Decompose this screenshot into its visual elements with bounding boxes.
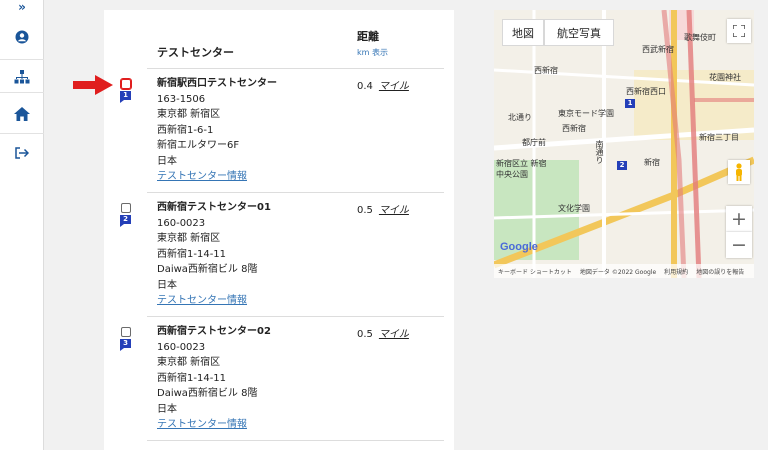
distance-title: 距離 bbox=[357, 30, 379, 43]
city: 東京都 新宿区 bbox=[157, 233, 221, 244]
pegman-icon bbox=[736, 163, 742, 181]
map-label-kabukicho: 歌舞伎町 bbox=[684, 33, 716, 42]
row-divider bbox=[147, 440, 444, 441]
map-pin-2[interactable]: 2 bbox=[617, 161, 627, 170]
map-pin-icon: 3 bbox=[120, 339, 131, 351]
map-type-aerial-button[interactable]: 航空写真 bbox=[544, 19, 614, 46]
terms-link[interactable]: 利用規約 bbox=[664, 267, 688, 276]
fullscreen-button[interactable] bbox=[727, 19, 751, 43]
home-icon bbox=[14, 107, 30, 121]
distance-unit: マイル bbox=[378, 329, 409, 340]
center-info-link[interactable]: テストセンター情報 bbox=[157, 169, 277, 185]
street: 西新宿1-14-11 bbox=[157, 372, 227, 384]
map-label-kitadori: 北通り bbox=[508, 113, 532, 122]
building: Daiwa西新宿ビル 8階 bbox=[157, 388, 258, 399]
map-label-nishi-shinjuku-2: 西新宿 bbox=[562, 124, 586, 133]
result-checkbox[interactable] bbox=[121, 327, 131, 337]
annotation-arrow-icon bbox=[73, 75, 113, 95]
street: 西新宿1-14-11 bbox=[157, 248, 227, 260]
map-data-text: 地図データ ©2022 Google bbox=[579, 268, 657, 276]
building: Daiwa西新宿ビル 8階 bbox=[157, 264, 258, 275]
result-checkbox[interactable] bbox=[120, 78, 132, 90]
center-name: 西新宿テストセンター01 bbox=[157, 202, 271, 213]
distance-value: 0.5 マイル bbox=[357, 201, 409, 216]
map-label-minamidori: 南通り bbox=[595, 140, 604, 164]
map-label-tokyo-mode: 東京モード学園 bbox=[558, 109, 614, 118]
row-divider bbox=[147, 192, 444, 193]
center-name: 新宿駅西口テストセンター bbox=[157, 78, 277, 89]
country: 日本 bbox=[157, 403, 177, 415]
result-address: 西新宿テストセンター02 160-0023 東京都 新宿区 西新宿1-14-11… bbox=[157, 324, 271, 433]
map-label-shinjuku-3: 新宿三丁目 bbox=[699, 133, 739, 142]
center-info-link[interactable]: テストセンター情報 bbox=[157, 417, 271, 433]
map-pin-1[interactable]: 1 bbox=[625, 99, 635, 108]
map-label-nishi-shinjuku: 西新宿 bbox=[534, 66, 558, 75]
keyboard-shortcuts-link[interactable]: キーボード ショートカット bbox=[498, 267, 572, 276]
distance-unit: マイル bbox=[378, 81, 409, 92]
map-type-map-button[interactable]: 地図 bbox=[502, 19, 544, 46]
postal-code: 160-0023 bbox=[157, 341, 206, 353]
distance-number: 0.5 bbox=[357, 205, 373, 216]
rail-divider bbox=[0, 133, 44, 134]
map-label-park: 新宿区立 新宿 中央公園 bbox=[496, 159, 547, 179]
country: 日本 bbox=[157, 155, 177, 167]
header-distance: 距離 km 表示 bbox=[357, 28, 388, 58]
org-chart-icon bbox=[14, 70, 30, 84]
distance-unit-toggle[interactable]: km 表示 bbox=[357, 47, 388, 58]
city: 東京都 新宿区 bbox=[157, 357, 221, 368]
user-icon bbox=[15, 30, 29, 44]
home-button[interactable] bbox=[0, 102, 44, 126]
result-address: 西新宿テストセンター01 160-0023 東京都 新宿区 西新宿1-14-11… bbox=[157, 200, 271, 309]
rail-divider bbox=[0, 92, 44, 93]
map-label-bunka: 文化学園 bbox=[558, 204, 590, 213]
result-row: 3 西新宿テストセンター02 160-0023 東京都 新宿区 西新宿1-14-… bbox=[104, 324, 454, 440]
distance-value: 0.5 マイル bbox=[357, 325, 409, 340]
building: 新宿エルタワー6F bbox=[157, 140, 240, 151]
postal-code: 163-1506 bbox=[157, 93, 206, 105]
city: 東京都 新宿区 bbox=[157, 109, 221, 120]
fullscreen-icon bbox=[733, 25, 745, 37]
distance-value: 0.4 マイル bbox=[357, 77, 409, 92]
user-button[interactable] bbox=[0, 22, 44, 52]
org-button[interactable] bbox=[0, 66, 44, 88]
map-pin-icon: 1 bbox=[120, 91, 131, 103]
expand-button[interactable]: » bbox=[0, 0, 44, 14]
map-label-nishi-shinjuku-station: 西新宿西口 bbox=[626, 87, 666, 96]
street: 西新宿1-6-1 bbox=[157, 124, 214, 136]
logout-icon bbox=[15, 147, 29, 159]
result-address: 新宿駅西口テストセンター 163-1506 東京都 新宿区 西新宿1-6-1 新… bbox=[157, 76, 277, 185]
left-rail: » bbox=[0, 0, 44, 450]
result-checkbox[interactable] bbox=[121, 203, 131, 213]
result-row: 1 新宿駅西口テストセンター 163-1506 東京都 新宿区 西新宿1-6-1… bbox=[104, 76, 454, 192]
distance-number: 0.4 bbox=[357, 81, 373, 92]
result-row: 2 西新宿テストセンター01 160-0023 東京都 新宿区 西新宿1-14-… bbox=[104, 200, 454, 316]
map-label-tochomae: 都庁前 bbox=[522, 138, 546, 147]
logout-button[interactable] bbox=[0, 142, 44, 164]
center-name: 西新宿テストセンター02 bbox=[157, 326, 271, 337]
zoom-in-button[interactable]: + bbox=[726, 206, 752, 232]
report-error-link[interactable]: 地図の誤りを報告 bbox=[696, 267, 744, 276]
center-info-link[interactable]: テストセンター情報 bbox=[157, 293, 271, 309]
postal-code: 160-0023 bbox=[157, 217, 206, 229]
header-test-center: テストセンター bbox=[157, 44, 234, 60]
header-divider bbox=[147, 68, 444, 69]
google-logo: Google bbox=[500, 241, 538, 253]
column-title: テストセンター bbox=[157, 46, 234, 59]
rail-divider bbox=[0, 59, 44, 60]
street-view-button[interactable] bbox=[728, 160, 750, 184]
row-divider bbox=[147, 316, 444, 317]
distance-number: 0.5 bbox=[357, 329, 373, 340]
zoom-out-button[interactable]: − bbox=[726, 232, 752, 258]
double-chevron-right-icon: » bbox=[18, 0, 26, 14]
distance-unit: マイル bbox=[378, 205, 409, 216]
map-label-shinjuku: 新宿 bbox=[644, 158, 660, 167]
map-pin-icon: 2 bbox=[120, 215, 131, 227]
map-label-seibu-shinjuku: 西武新宿 bbox=[642, 45, 674, 54]
map-view[interactable]: 歌舞伎町 西武新宿 西新宿 花園神社 西新宿西口 北通り 東京モード学園 西新宿… bbox=[494, 10, 754, 278]
map-label-hanazono: 花園神社 bbox=[709, 73, 741, 82]
map-footer: キーボード ショートカット 地図データ ©2022 Google 利用規約 地図… bbox=[494, 264, 754, 278]
country: 日本 bbox=[157, 279, 177, 291]
results-panel: テストセンター 距離 km 表示 1 新宿駅西口テストセンター 163-1506… bbox=[104, 10, 454, 450]
